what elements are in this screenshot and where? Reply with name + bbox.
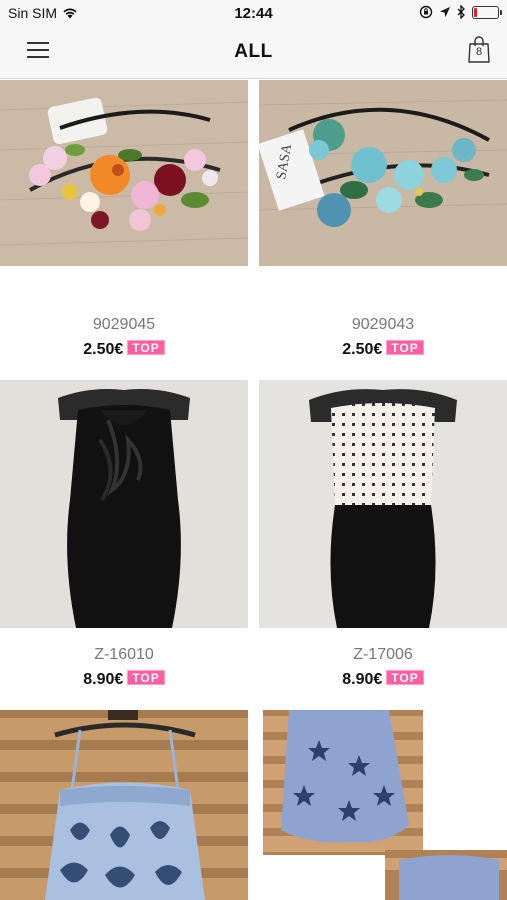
shopping-bag-icon[interactable]: 8	[467, 35, 491, 63]
product-code: 9029045	[92, 316, 156, 333]
product-code: 9029043	[351, 316, 415, 333]
product-price: 8.90€	[342, 671, 383, 688]
product-price: 2.50€	[342, 341, 383, 358]
product-card[interactable]	[0, 710, 248, 900]
top-badge: TOP	[386, 340, 424, 355]
battery-icon	[472, 5, 502, 19]
product-card[interactable]: 9029045 2.50€ TOP	[0, 80, 248, 368]
product-card[interactable]	[259, 710, 507, 900]
status-icons	[419, 5, 502, 19]
location-arrow-icon	[440, 7, 450, 17]
product-price: 2.50€	[83, 341, 124, 358]
product-price-row: 2.50€ TOP	[259, 340, 507, 359]
battery-level	[474, 7, 477, 17]
navigation-bar: ALL 8	[0, 27, 507, 79]
product-image[interactable]	[259, 380, 507, 628]
orientation-lock-icon	[419, 5, 433, 19]
status-bar: Sin SIM 12:44	[0, 0, 507, 27]
product-card[interactable]: Z-17006 8.90€ TOP	[259, 380, 507, 700]
product-image[interactable]	[259, 710, 507, 900]
product-card[interactable]: SASA 9029043 2.50€ TOP	[259, 80, 507, 368]
bluetooth-icon	[457, 5, 465, 19]
top-badge: TOP	[386, 670, 424, 685]
product-code: Z-17006	[353, 646, 413, 663]
page-title: ALL	[234, 41, 273, 62]
product-code: Z-16010	[94, 646, 154, 663]
cart-count: 8	[475, 46, 483, 58]
product-image[interactable]	[0, 710, 248, 900]
product-price-row: 8.90€ TOP	[0, 670, 248, 689]
product-image[interactable]	[0, 380, 248, 628]
product-price-row: 8.90€ TOP	[259, 670, 507, 689]
top-badge: TOP	[127, 670, 165, 685]
top-badge: TOP	[127, 340, 165, 355]
product-price-row: 2.50€ TOP	[0, 340, 248, 359]
product-image[interactable]: SASA	[259, 80, 507, 266]
product-image[interactable]	[0, 80, 248, 266]
product-price: 8.90€	[83, 671, 124, 688]
product-card[interactable]: Z-16010 8.90€ TOP	[0, 380, 248, 700]
